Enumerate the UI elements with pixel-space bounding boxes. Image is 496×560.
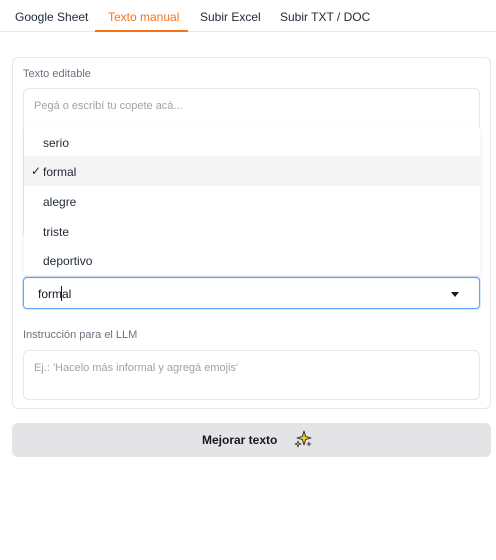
editor-label: Texto editable	[23, 68, 91, 80]
tab-texto-manual[interactable]: Texto manual	[108, 10, 179, 24]
tab-google-sheet[interactable]: Google Sheet	[15, 10, 88, 24]
tab-bar: Google Sheet Texto manual Subir Excel Su…	[0, 0, 496, 32]
tone-dropdown-menu: serio ✓ formal alegre triste deportivo	[24, 127, 480, 275]
option-label: alegre	[43, 195, 77, 209]
tone-select-value: formal	[38, 287, 72, 301]
option-label: deportivo	[43, 254, 93, 268]
checkmark-icon: ✓	[31, 164, 42, 178]
tone-option-triste[interactable]: triste	[24, 216, 480, 246]
instruction-label: Instrucción para el LLM	[23, 329, 138, 341]
tone-option-serio[interactable]: serio	[24, 127, 480, 157]
option-label: formal	[43, 165, 77, 179]
improve-text-button[interactable]: Mejorar texto	[12, 423, 491, 457]
option-label: serio	[43, 136, 70, 150]
active-tab-indicator	[95, 30, 188, 32]
sparkles-icon	[294, 430, 312, 448]
tab-subir-excel[interactable]: Subir Excel	[200, 10, 261, 24]
tone-option-deportivo[interactable]: deportivo	[24, 245, 480, 275]
tone-option-alegre[interactable]: alegre	[24, 186, 480, 216]
tab-subir-txt-doc[interactable]: Subir TXT / DOC	[280, 10, 370, 24]
option-label: triste	[43, 225, 70, 239]
tone-option-formal[interactable]: ✓ formal	[24, 156, 480, 186]
improve-text-label: Mejorar texto	[202, 433, 278, 447]
instruction-placeholder: Ej.: 'Hacelo más informal y agregá emoji…	[34, 362, 239, 374]
editor-placeholder: Pegá o escribí tu copete acá...	[34, 100, 183, 112]
text-cursor	[61, 286, 62, 301]
tone-select[interactable]: formal	[23, 277, 480, 309]
instruction-input[interactable]: Ej.: 'Hacelo más informal y agregá emoji…	[23, 350, 480, 400]
chevron-down-icon[interactable]	[451, 292, 459, 297]
